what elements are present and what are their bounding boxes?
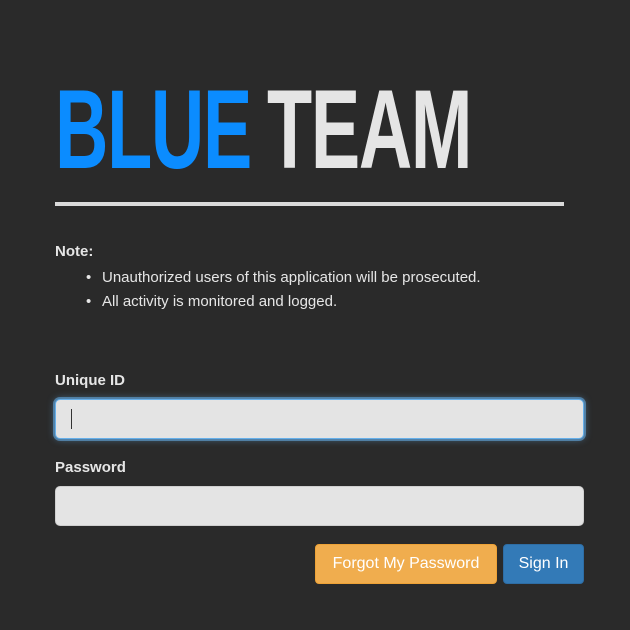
unique-id-label: Unique ID [55, 372, 125, 389]
notice-list: • Unauthorized users of this application… [55, 266, 481, 314]
forgot-password-button[interactable]: Forgot My Password [315, 544, 497, 584]
blueteam-logo: BLUE TEAM [55, 76, 565, 186]
notice-item-text: Unauthorized users of this application w… [102, 269, 481, 286]
login-screen: BLUE TEAM Note: • Unauthorized users of … [0, 0, 630, 630]
notice-panel: Note: • Unauthorized users of this appli… [55, 243, 481, 314]
password-input[interactable] [55, 486, 584, 526]
unique-id-input[interactable] [55, 399, 584, 439]
notice-item: • All activity is monitored and logged. [86, 290, 481, 314]
logo-text-team: TEAM [266, 76, 472, 186]
logo-divider [55, 202, 564, 206]
bullet-icon: • [86, 293, 92, 310]
note-title: Note: [55, 243, 94, 260]
logo-text-blue: BLUE [55, 76, 252, 186]
text-caret [71, 409, 72, 429]
sign-in-button[interactable]: Sign In [503, 544, 584, 584]
password-label: Password [55, 459, 126, 476]
bullet-icon: • [86, 269, 92, 286]
notice-item-text: All activity is monitored and logged. [102, 293, 338, 310]
notice-item: • Unauthorized users of this application… [86, 266, 481, 290]
